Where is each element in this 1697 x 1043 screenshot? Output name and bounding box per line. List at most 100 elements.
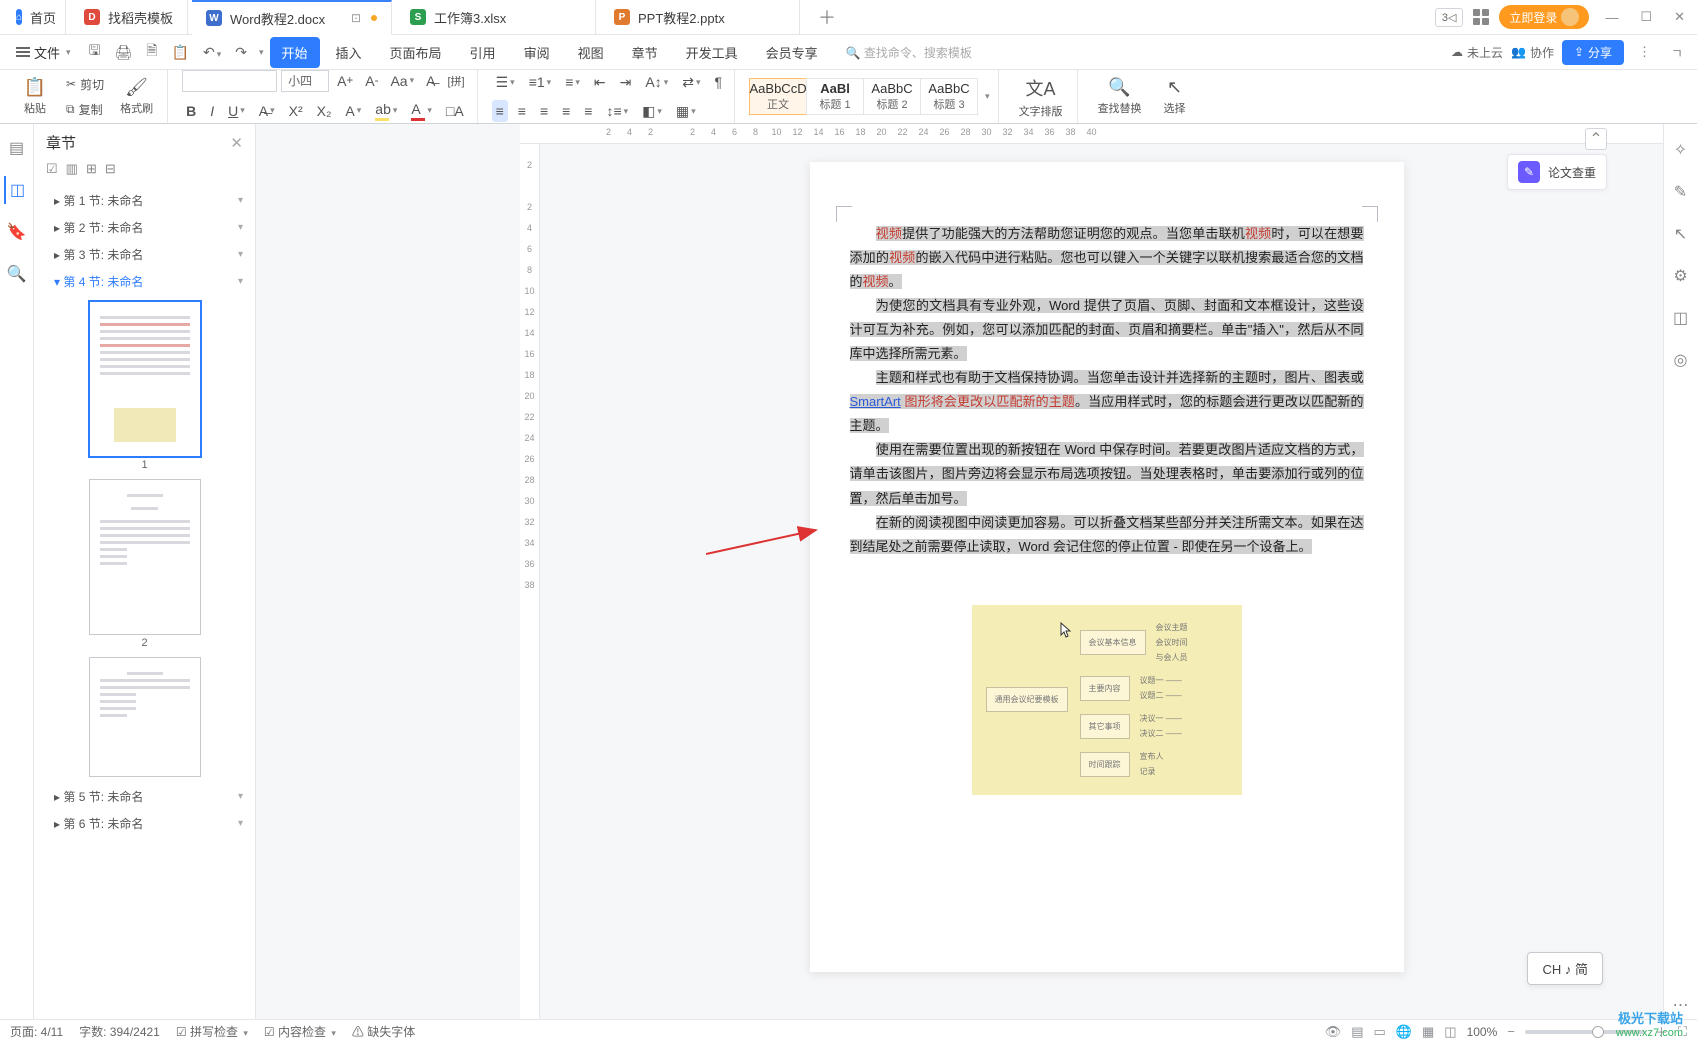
char-border-icon[interactable]: □A xyxy=(442,100,468,122)
view-outline-icon[interactable]: ▦ xyxy=(1422,1024,1434,1040)
fullscreen-icon[interactable]: ⛶ xyxy=(1678,1024,1687,1040)
menu-overflow-icon[interactable]: ⋮ xyxy=(1632,44,1657,60)
style-item-h1[interactable]: AaBl标题 1 xyxy=(806,78,864,115)
close-tab-icon[interactable]: ⊡ xyxy=(349,9,363,27)
apps-grid-icon[interactable] xyxy=(1473,9,1489,25)
rr-location-icon[interactable]: ◎ xyxy=(1670,346,1692,374)
view-read-icon[interactable]: ▤ xyxy=(1351,1024,1363,1040)
shading-icon[interactable]: ◧▾ xyxy=(638,100,666,123)
share-button[interactable]: ⇪ 分享 xyxy=(1562,40,1624,65)
subscript-icon[interactable]: X₂ xyxy=(313,100,336,122)
rr-assistant-icon[interactable]: ✧ xyxy=(1670,136,1691,164)
strike-icon[interactable]: A̶▾ xyxy=(255,100,279,122)
nav-tool-remove-icon[interactable]: ⊟ xyxy=(105,161,116,177)
new-tab-button[interactable]: ＋ xyxy=(804,4,850,30)
ribbon-tab-dev[interactable]: 开发工具 xyxy=(674,37,750,68)
rail-outline-icon[interactable]: ▤ xyxy=(5,134,28,162)
paper-check-card[interactable]: ✎ 论文查重 xyxy=(1507,154,1607,190)
underline-icon[interactable]: U▾ xyxy=(224,100,249,122)
tab-char-icon[interactable]: ⇄▾ xyxy=(678,71,704,94)
text-effect-icon[interactable]: A▾ xyxy=(341,100,365,122)
rail-search-icon[interactable]: 🔍 xyxy=(3,260,31,288)
vertical-ruler[interactable]: 22468101214161820222426283032343638 xyxy=(520,144,540,1019)
maximize-button[interactable]: ☐ xyxy=(1634,5,1658,29)
embedded-diagram[interactable]: 通用会议纪要模板 会议基本信息 会议主题会议时间与会人员 主要内容 议题一 ——… xyxy=(972,605,1242,795)
status-spellcheck[interactable]: ☑ 拼写检查 ▾ xyxy=(176,1023,248,1040)
superscript-icon[interactable]: X² xyxy=(285,100,307,122)
find-replace-button[interactable]: 🔍查找替换 xyxy=(1092,77,1148,116)
nav-tool-expand-icon[interactable]: ▥ xyxy=(66,161,78,177)
page-thumb-2[interactable] xyxy=(89,479,201,635)
qat-print-icon[interactable]: 🖨 xyxy=(110,41,136,64)
rr-settings-icon[interactable]: ⚙ xyxy=(1669,262,1691,290)
font-name-input[interactable] xyxy=(182,70,277,92)
sort-icon[interactable]: A↕▾ xyxy=(641,71,672,93)
view-page-icon[interactable]: ▭ xyxy=(1374,1024,1386,1040)
numbering-icon[interactable]: ≡1▾ xyxy=(525,71,556,93)
cloud-status[interactable]: ☁ 未上云 xyxy=(1451,44,1503,61)
style-item-body[interactable]: AaBbCcD正文 xyxy=(749,78,807,115)
ime-indicator[interactable]: CH ♪ 简 xyxy=(1527,952,1603,985)
phonetic-icon[interactable]: [拼] xyxy=(443,70,468,92)
collaborate-button[interactable]: 👥 协作 xyxy=(1511,44,1554,61)
nav-item-5[interactable]: ▸ 第 5 节: 未命名▾ xyxy=(34,783,255,810)
qat-undo-icon[interactable]: ↶▾ xyxy=(199,41,225,64)
document-text[interactable]: 视频提供了功能强大的方法帮助您证明您的观点。当您单击联机视频时，可以在想要添加的… xyxy=(850,222,1364,559)
distributed-icon[interactable]: ≡ xyxy=(580,100,596,122)
align-justify-icon[interactable]: ≡ xyxy=(558,100,574,122)
ribbon-tab-start[interactable]: 开始 xyxy=(270,37,320,68)
text-layout-button[interactable]: 文A文字排版 xyxy=(1013,75,1069,119)
view-web-icon[interactable]: 🌐 xyxy=(1396,1024,1412,1040)
file-menu[interactable]: 文件▾ xyxy=(8,40,79,65)
page-thumb-1[interactable] xyxy=(89,301,201,457)
nav-item-6[interactable]: ▸ 第 6 节: 未命名▾ xyxy=(34,810,255,837)
fold-panel-icon[interactable]: ⌃ xyxy=(1585,128,1607,150)
status-words[interactable]: 字数: 394/2421 xyxy=(79,1023,160,1040)
status-contentcheck[interactable]: ☑ 内容检查 ▾ xyxy=(264,1023,336,1040)
indent-icon[interactable]: ⇥ xyxy=(616,71,636,94)
tab-xls[interactable]: S 工作簿3.xlsx xyxy=(396,0,596,35)
minimize-button[interactable]: — xyxy=(1599,6,1624,29)
font-size-input[interactable] xyxy=(281,70,329,92)
page-thumb-3[interactable] xyxy=(89,657,201,777)
clear-format-icon[interactable]: A̶ xyxy=(422,70,439,92)
horizontal-ruler[interactable]: 242246810121416182022242628303234363840 xyxy=(520,124,1663,144)
tab-home[interactable]: ⌂ 首页 xyxy=(6,0,66,35)
align-left-icon[interactable]: ≡ xyxy=(492,100,508,122)
ribbon-tab-layout[interactable]: 页面布局 xyxy=(378,37,454,68)
copy-button[interactable]: ⧉ 复制 xyxy=(62,99,108,120)
login-button[interactable]: 立即登录 xyxy=(1499,5,1589,29)
show-marks-icon[interactable]: ¶ xyxy=(711,71,727,93)
zoom-out-icon[interactable]: − xyxy=(1507,1024,1515,1039)
rail-bookmark-icon[interactable]: 🔖 xyxy=(3,218,31,246)
grow-font-icon[interactable]: A+ xyxy=(333,70,357,92)
rr-pen-icon[interactable]: ✎ xyxy=(1670,178,1691,206)
italic-icon[interactable]: I xyxy=(206,100,218,122)
nav-tool-checkbox-icon[interactable]: ☑ xyxy=(46,161,58,177)
ribbon-tab-section[interactable]: 章节 xyxy=(620,37,670,68)
tab-active-doc[interactable]: W Word教程2.docx ⊡ xyxy=(192,0,392,35)
nav-close-icon[interactable]: ✕ xyxy=(230,134,243,152)
indicator-badge[interactable]: 3◁ xyxy=(1435,8,1464,27)
zoom-slider[interactable] xyxy=(1525,1030,1645,1034)
bullets-icon[interactable]: ☰▾ xyxy=(492,71,519,94)
command-search[interactable]: 🔍 查找命令、搜索模板 xyxy=(836,40,982,65)
select-button[interactable]: ↖选择 xyxy=(1154,77,1196,116)
change-case-icon[interactable]: Aa▾ xyxy=(386,70,418,92)
zoom-in-icon[interactable]: ＋ xyxy=(1655,1022,1668,1041)
style-gallery[interactable]: AaBbCcD正文 AaBl标题 1 AaBbC标题 2 AaBbC标题 3 xyxy=(749,78,977,115)
ribbon-tab-view[interactable]: 视图 xyxy=(566,37,616,68)
style-item-h2[interactable]: AaBbC标题 2 xyxy=(863,78,921,115)
tab-ppt[interactable]: P PPT教程2.pptx xyxy=(600,0,800,35)
document-page[interactable]: 视频提供了功能强大的方法帮助您证明您的观点。当您单击联机视频时，可以在想要添加的… xyxy=(810,162,1404,972)
tab-template[interactable]: D 找稻壳模板 xyxy=(70,0,188,35)
nav-item-1[interactable]: ▸ 第 1 节: 未命名▾ xyxy=(34,187,255,214)
line-spacing-icon[interactable]: ↕≡▾ xyxy=(602,100,632,122)
qat-preview-icon[interactable]: 🗎 xyxy=(142,37,161,67)
align-right-icon[interactable]: ≡ xyxy=(536,100,552,122)
cut-button[interactable]: ✂ 剪切 xyxy=(62,74,108,95)
multilevel-icon[interactable]: ≡▾ xyxy=(561,71,584,93)
borders-icon[interactable]: ▦▾ xyxy=(672,100,700,123)
ribbon-tab-reference[interactable]: 引用 xyxy=(458,37,508,68)
paste-button[interactable]: 📋粘贴 xyxy=(14,77,56,116)
